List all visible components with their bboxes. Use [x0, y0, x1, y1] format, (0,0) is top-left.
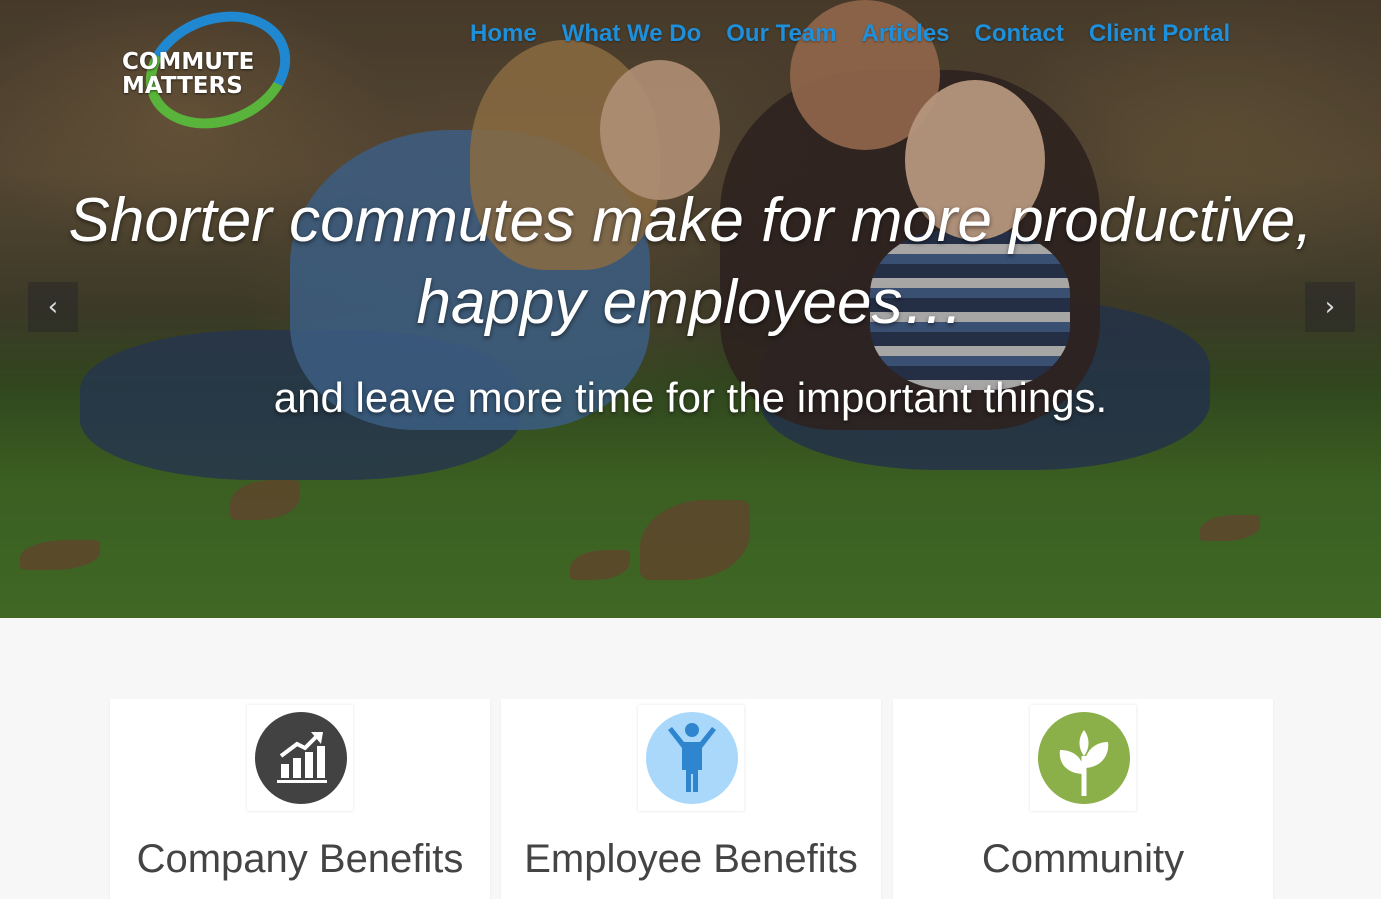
- nav-client-portal[interactable]: Client Portal: [1089, 20, 1230, 48]
- feature-title-employee: Employee Benefits: [524, 837, 858, 881]
- carousel-prev-button[interactable]: ‹: [28, 282, 78, 332]
- hero-headline: Shorter commutes make for more productiv…: [0, 180, 1381, 344]
- plant-icon: [1038, 712, 1130, 804]
- nav-what-we-do[interactable]: What We Do: [562, 20, 702, 48]
- chevron-right-icon: ›: [1324, 292, 1336, 322]
- person-icon: [646, 712, 738, 804]
- nav-our-team[interactable]: Our Team: [726, 20, 836, 48]
- hero-headline-line1: Shorter commutes make for more productiv…: [68, 186, 1313, 255]
- chevron-left-icon: ‹: [47, 292, 59, 322]
- growth-chart-icon-graphic: [277, 732, 327, 783]
- feature-title-community: Community: [981, 837, 1185, 881]
- logo-text-line1: COMMUTE: [122, 49, 255, 75]
- feature-icon-box: [247, 705, 353, 811]
- hero-headline-line2: happy employees…: [416, 268, 965, 337]
- carousel-next-button[interactable]: ›: [1305, 282, 1355, 332]
- feature-card-employee[interactable]: Employee Benefits: [501, 699, 881, 899]
- logo-text-line2: MATTERS: [122, 73, 243, 99]
- feature-card-company[interactable]: Company Benefits: [110, 699, 490, 899]
- feature-card-community[interactable]: Community: [893, 699, 1273, 899]
- nav-articles[interactable]: Articles: [861, 20, 949, 48]
- growth-chart-icon: [255, 712, 347, 804]
- site-logo[interactable]: COMMUTE MATTERS: [116, 0, 307, 148]
- feature-title-company: Company Benefits: [136, 837, 464, 881]
- nav-home[interactable]: Home: [470, 20, 537, 48]
- main-nav: Home What We Do Our Team Articles Contac…: [470, 20, 1255, 48]
- plant-icon-graphic: [1059, 730, 1109, 796]
- feature-icon-box: [638, 705, 744, 811]
- nav-contact[interactable]: Contact: [975, 20, 1064, 48]
- features-section: Company Benefits Employee Benefits Commu…: [0, 618, 1381, 899]
- person-icon-graphic: [668, 723, 716, 792]
- feature-icon-box: [1030, 705, 1136, 811]
- hero-subline: and leave more time for the important th…: [273, 374, 1108, 421]
- hero-carousel: COMMUTE MATTERS Home What We Do Our Team…: [0, 0, 1381, 618]
